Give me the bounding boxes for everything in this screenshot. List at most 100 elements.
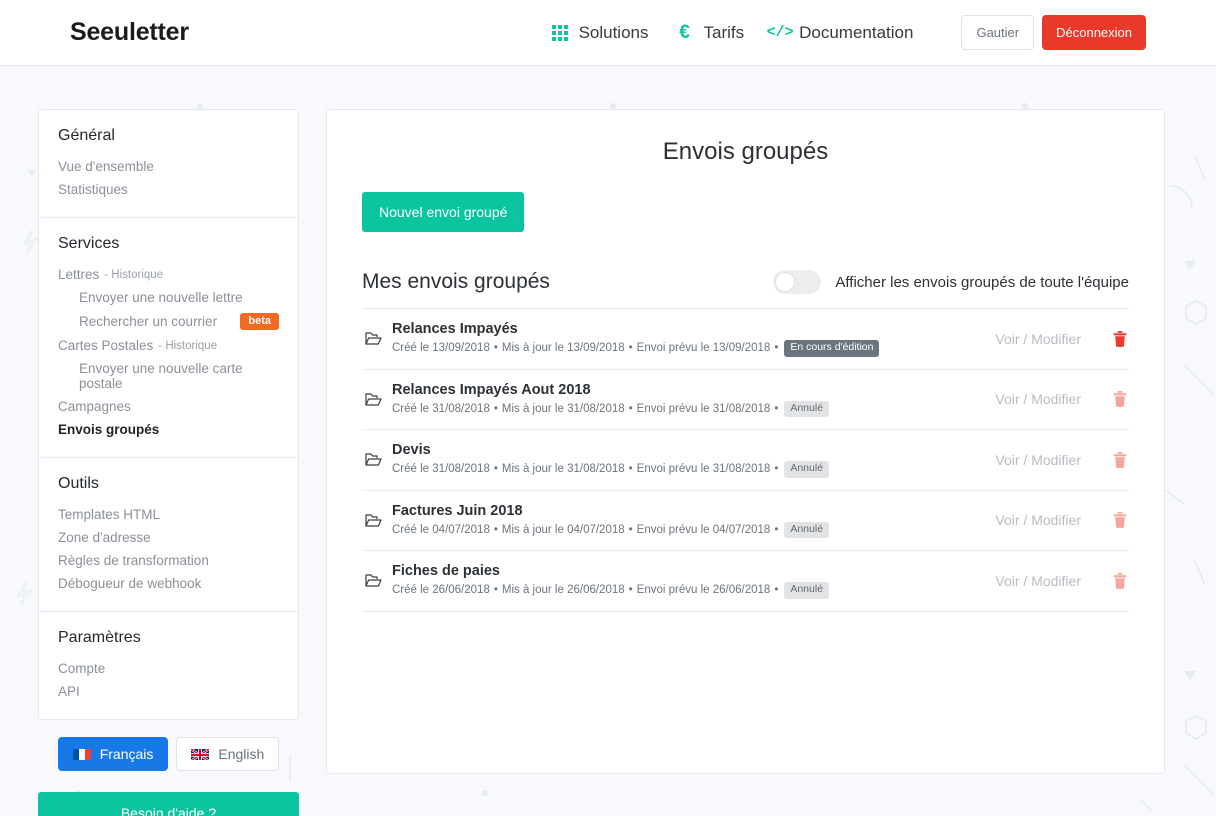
delete-trash-icon[interactable] (1111, 512, 1129, 529)
sidebar-section-heading: Paramètres (58, 629, 141, 647)
meta-created: Créé le 04/07/2018 (392, 524, 490, 536)
meta-planned-value: 04/07/2018 (712, 523, 771, 536)
nav-item-solutions[interactable]: Solutions (550, 23, 649, 43)
row-title: Fiches de paies (392, 563, 500, 580)
meta-planned-prefix: Envoi prévu le (636, 342, 710, 355)
folder-open-icon (362, 513, 384, 528)
nav-item-tarifs[interactable]: € Tarifs (675, 22, 744, 43)
app-header: Seeuletter Solutions € Tarifs </> Docume… (0, 0, 1216, 66)
view-edit-link[interactable]: Voir / Modifier (995, 391, 1081, 407)
nav-item-documentation[interactable]: </> Documentation (766, 22, 914, 43)
sidebar-item-label: Compte (58, 661, 106, 677)
sidebar-item-templates-html[interactable]: Templates HTML (58, 503, 279, 526)
delete-trash-icon[interactable] (1111, 391, 1129, 408)
sidebar-item-envoyer-une-nouvelle-carte-postale[interactable]: Envoyer une nouvelle carte postale (58, 357, 279, 395)
delete-trash-icon[interactable] (1111, 451, 1129, 468)
euro-icon: € (679, 22, 690, 43)
meta-planned-prefix: Envoi prévu le (636, 402, 710, 415)
meta-created: Créé le 13/09/2018 (392, 342, 490, 354)
meta-created-prefix: Créé le (392, 523, 430, 536)
sidebar-item-envoyer-une-nouvelle-lettre[interactable]: Envoyer une nouvelle lettre (58, 286, 279, 309)
meta-planned: Envoi prévu le 13/09/2018 (637, 342, 771, 354)
sidebar-item-r-gles-de-transformation[interactable]: Règles de transformation (58, 549, 279, 572)
new-group-send-button[interactable]: Nouvel envoi groupé (362, 192, 525, 232)
sidebar-item-campagnes[interactable]: Campagnes (58, 395, 279, 418)
sidebar-item-label: Règles de transformation (58, 553, 209, 569)
sidebar-item-rechercher-un-courrier[interactable]: Rechercher un courrier beta (58, 309, 279, 334)
group-send-row[interactable]: Factures Juin 2018 Créé le 04/07/2018 • Mis… (362, 491, 1129, 552)
list-header: Mes envois groupés Afficher les envois g… (362, 270, 1129, 294)
meta-updated-value: 31/08/2018 (567, 402, 625, 415)
status-badge: Annulé (784, 582, 830, 599)
meta-separator: • (774, 402, 779, 415)
view-edit-link[interactable]: Voir / Modifier (995, 573, 1081, 589)
sidebar-item-zone-d-adresse[interactable]: Zone d'adresse (58, 526, 279, 549)
meta-planned-value: 31/08/2018 (712, 402, 771, 415)
meta-updated: Mis à jour le 31/08/2018 (502, 403, 625, 415)
user-account-button[interactable]: Gautier (961, 15, 1035, 50)
sidebar-item-envois-group-s[interactable]: Envois groupés (58, 418, 279, 441)
view-edit-link[interactable]: Voir / Modifier (995, 331, 1081, 347)
row-text: Fiches de paies Créé le 26/06/2018 • Mis à … (384, 563, 995, 599)
group-send-row[interactable]: Relances Impayés Aout 2018 Créé le 31/08/… (362, 370, 1129, 431)
delete-trash-icon[interactable] (1111, 572, 1129, 589)
sidebar-section-heading: Services (58, 235, 120, 252)
meta-planned: Envoi prévu le 04/07/2018 (637, 524, 771, 536)
view-edit-link[interactable]: Voir / Modifier (995, 512, 1081, 528)
help-button[interactable]: Besoin d'aide ? (38, 792, 299, 816)
meta-planned-value: 13/09/2018 (712, 342, 771, 355)
sidebar-item-statistiques[interactable]: Statistiques (58, 178, 279, 201)
sidebar-item-label: Templates HTML (58, 507, 161, 523)
language-button-francais[interactable]: Français (57, 737, 169, 772)
brand-logo[interactable]: Seeuletter (70, 18, 189, 47)
sidebar: Général Vue d'ensemble Statistiques Service… (38, 109, 299, 816)
sidebar-item-lettres[interactable]: Lettres - Historique (58, 263, 279, 286)
meta-created: Créé le 31/08/2018 (392, 403, 490, 415)
sidebar-section-heading: Outils (58, 475, 99, 493)
language-button-english[interactable]: English (176, 737, 280, 772)
sidebar-item-d-bogueur-de-webhook[interactable]: Débogueur de webhook (58, 572, 279, 595)
sidebar-item-vue-d-ensemble[interactable]: Vue d'ensemble (58, 155, 279, 178)
meta-updated-prefix: Mis à jour le (501, 342, 564, 355)
meta-planned: Envoi prévu le 31/08/2018 (637, 463, 771, 475)
meta-separator: • (493, 402, 498, 415)
beta-badge: beta (240, 313, 279, 331)
meta-updated-value: 13/09/2018 (567, 342, 625, 355)
sidebar-item-api[interactable]: API (58, 680, 279, 703)
meta-created-prefix: Créé le (392, 584, 430, 597)
meta-planned: Envoi prévu le 26/06/2018 (637, 584, 771, 596)
folder-open-icon (362, 452, 384, 467)
meta-separator: • (774, 342, 779, 355)
row-meta: Créé le 26/06/2018 • Mis à jour le 26/06/2… (392, 582, 995, 599)
meta-updated-value: 31/08/2018 (567, 463, 625, 476)
group-send-row[interactable]: Relances Impayés Créé le 13/09/2018 • Mis à… (362, 308, 1129, 370)
sidebar-item-label: Statistiques (58, 182, 128, 197)
row-text: Devis Créé le 31/08/2018 • Mis à jour le 31… (384, 442, 995, 478)
sidebar-item-label: Envois groupés (58, 422, 160, 438)
meta-planned: Envoi prévu le 31/08/2018 (637, 403, 771, 415)
meta-created-prefix: Créé le (392, 342, 430, 355)
sidebar-item-cartes-postales[interactable]: Cartes Postales - Historique (58, 334, 279, 357)
delete-trash-icon[interactable] (1111, 330, 1129, 347)
row-meta: Créé le 31/08/2018 • Mis à jour le 31/08/2… (392, 461, 995, 478)
sidebar-section: Paramètres Compte API (39, 611, 298, 719)
logout-button[interactable]: Déconnexion (1042, 15, 1146, 50)
nav-label-documentation: Documentation (799, 22, 914, 42)
flag-france-icon (72, 748, 91, 761)
row-text: Relances Impayés Aout 2018 Créé le 31/08/… (384, 382, 995, 418)
team-visibility-toggle[interactable] (773, 270, 822, 294)
sidebar-item-label: Zone d'adresse (58, 530, 151, 546)
meta-separator: • (628, 584, 633, 597)
list-title: Mes envois groupés (362, 270, 550, 293)
group-send-row[interactable]: Devis Créé le 31/08/2018 • Mis à jour le 31… (362, 430, 1129, 491)
code-icon: </> (766, 24, 794, 41)
meta-created-prefix: Créé le (392, 463, 430, 476)
sidebar-item-suffix: - Historique (104, 268, 164, 281)
group-send-row[interactable]: Fiches de paies Créé le 26/06/2018 • Mis à … (362, 551, 1129, 612)
row-title: Factures Juin 2018 (392, 502, 523, 519)
row-title: Relances Impayés Aout 2018 (392, 381, 591, 398)
meta-separator: • (628, 523, 633, 536)
status-badge: Annulé (784, 461, 830, 478)
sidebar-item-compte[interactable]: Compte (58, 657, 279, 680)
view-edit-link[interactable]: Voir / Modifier (995, 452, 1081, 468)
